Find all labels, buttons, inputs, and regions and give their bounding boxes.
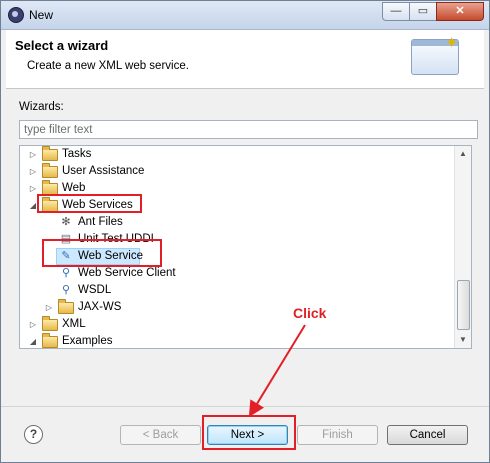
tree-item-user-assistance[interactable]: ▷ User Assistance xyxy=(20,163,450,180)
folder-icon xyxy=(58,299,74,314)
scroll-up-arrow-icon[interactable]: ▲ xyxy=(455,146,471,162)
scroll-down-arrow-icon[interactable]: ▼ xyxy=(455,332,471,348)
minimize-button[interactable]: — xyxy=(382,2,410,21)
expand-arrow-icon[interactable]: ▷ xyxy=(44,299,54,316)
back-button[interactable]: < Back xyxy=(120,425,201,445)
eclipse-app-icon xyxy=(8,7,24,23)
tree-item-wsdl[interactable]: ⚲ WSDL xyxy=(20,282,450,299)
tree-item-label: Ant Files xyxy=(78,216,123,228)
tree-item-label: WSDL xyxy=(78,284,112,296)
tree-scrollbar[interactable]: ▲ ▼ xyxy=(454,146,471,348)
tree-item-label: Web Service Client xyxy=(78,267,176,279)
tree-item-tasks[interactable]: ▷ Tasks xyxy=(20,146,450,163)
folder-open-icon xyxy=(42,333,58,348)
finish-button[interactable]: Finish xyxy=(297,425,378,445)
collapse-arrow-icon[interactable]: ◢ xyxy=(28,333,38,348)
folder-icon xyxy=(42,163,58,178)
wsdl-icon: ⚲ xyxy=(61,284,71,296)
help-icon[interactable]: ? xyxy=(24,425,43,444)
close-button[interactable]: ✕ xyxy=(436,2,484,21)
tree-item-jax-ws[interactable]: ▷ JAX-WS xyxy=(20,299,450,316)
maximize-button[interactable]: ▭ xyxy=(409,2,437,21)
scrollbar-thumb[interactable] xyxy=(457,280,470,330)
button-bar-separator xyxy=(1,406,489,407)
new-wizard-icon: ✦ xyxy=(411,35,459,75)
tree-item-xml[interactable]: ▷ XML xyxy=(20,316,450,333)
wizards-label: Wizards: xyxy=(19,101,64,113)
tree-item-web-service-client[interactable]: ⚲ Web Service Client xyxy=(20,265,450,282)
cancel-button[interactable]: Cancel xyxy=(387,425,468,445)
window-title: New xyxy=(29,8,54,22)
expand-arrow-icon[interactable]: ▷ xyxy=(28,163,38,180)
expand-arrow-icon[interactable]: ▷ xyxy=(28,316,38,333)
tree-item-examples[interactable]: ◢ Examples xyxy=(20,333,450,348)
banner-title: Select a wizard xyxy=(15,38,109,53)
highlight-box-web-services xyxy=(37,194,142,213)
highlight-box-next-button xyxy=(202,415,296,450)
title-bar[interactable]: New — ▭ ✕ xyxy=(1,1,489,30)
highlight-box-web-service xyxy=(42,239,162,267)
expand-arrow-icon[interactable]: ▷ xyxy=(28,146,38,163)
banner-description: Create a new XML web service. xyxy=(27,60,189,72)
wizard-banner: Select a wizard Create a new XML web ser… xyxy=(6,30,484,89)
folder-icon xyxy=(42,146,58,161)
tree-item-label: JAX-WS xyxy=(78,301,122,313)
tree-item-label: Tasks xyxy=(62,148,92,160)
folder-icon xyxy=(42,316,58,331)
new-wizard-dialog: New — ▭ ✕ Select a wizard Create a new X… xyxy=(0,0,490,463)
tree-item-label: XML xyxy=(62,318,86,330)
tree-item-label: User Assistance xyxy=(62,165,145,177)
tree-item-ant-files[interactable]: ✻ Ant Files xyxy=(20,214,450,231)
ant-icon: ✻ xyxy=(61,216,71,228)
web-service-client-icon: ⚲ xyxy=(61,267,71,279)
tree-item-label: Examples xyxy=(62,335,113,347)
filter-input[interactable] xyxy=(19,120,478,139)
sparkle-icon: ✦ xyxy=(445,35,459,52)
click-annotation: Click xyxy=(293,305,327,321)
